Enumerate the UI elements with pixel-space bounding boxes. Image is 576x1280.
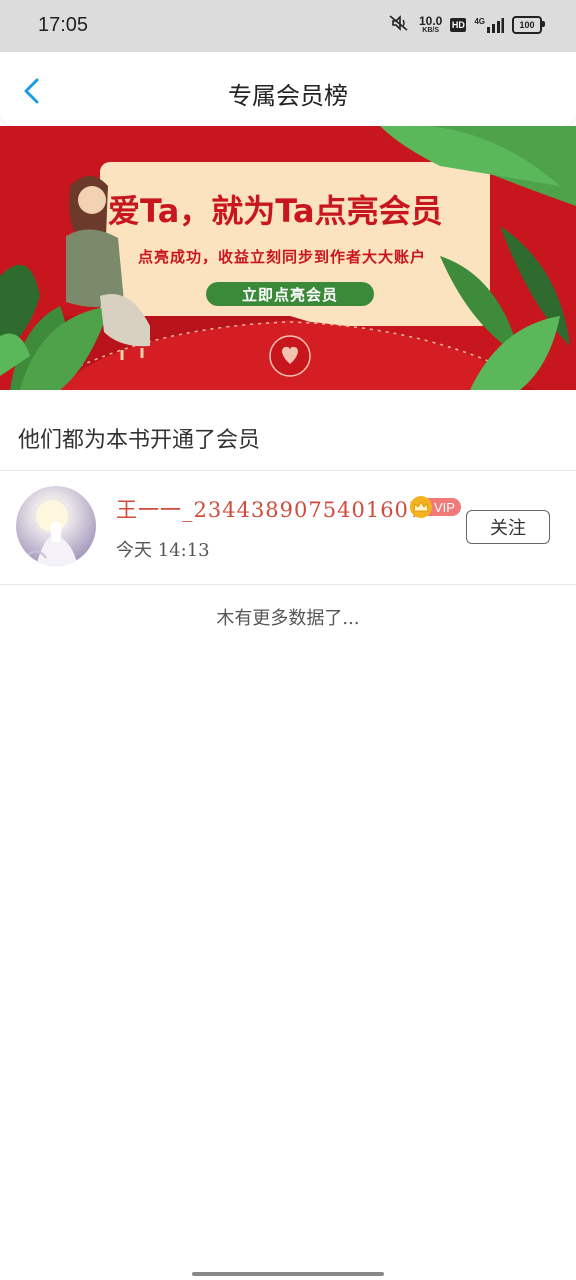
avatar[interactable] [16,486,96,566]
banner-subtitle: 点亮成功，收益立刻同步到作者大大账户 [138,248,427,266]
page-title: 专属会员榜 [228,82,348,110]
status-time: 17:05 [38,14,89,36]
net-speed: 10.0 KB/S [418,13,443,35]
member-time: 今天 14:13 [116,540,210,561]
banner-headline: 爱Ta，就为Ta点亮会员 [108,192,443,230]
signal-bars-icon: 4G [474,17,504,33]
promo-banner[interactable]: 爱Ta，就为Ta点亮会员 点亮成功，收益立刻同步到作者大大账户 立即点亮会员 [0,126,576,390]
list-item[interactable]: 王一一_2344389075401607 VIP 今天 14:13 关注 [0,470,576,584]
section-title: 他们都为本书开通了会员 [18,428,261,453]
nav-bar: 专属会员榜 [0,52,576,126]
hd-badge: HD [450,18,467,32]
battery-icon: 100 [512,16,545,34]
net-speed-value: 10.0 [418,13,443,28]
banner-cta-button[interactable]: 立即点亮会员 [206,282,374,306]
crown-icon [410,496,432,518]
no-more-text: 木有更多数据了... [216,608,360,629]
follow-button[interactable]: 关注 [466,510,550,544]
divider [0,584,576,585]
vip-badge: VIP [410,496,461,518]
mute-icon [387,14,411,36]
home-indicator[interactable] [192,1272,384,1276]
network-label: 4G [474,17,485,26]
member-name[interactable]: 王一一_2344389075401607 [116,494,423,524]
net-speed-unit: KB/S [422,26,440,34]
status-bar: 17:05 10.0 KB/S HD 4G 100 [0,0,576,52]
status-icons: 10.0 KB/S HD 4G 100 [387,13,545,36]
